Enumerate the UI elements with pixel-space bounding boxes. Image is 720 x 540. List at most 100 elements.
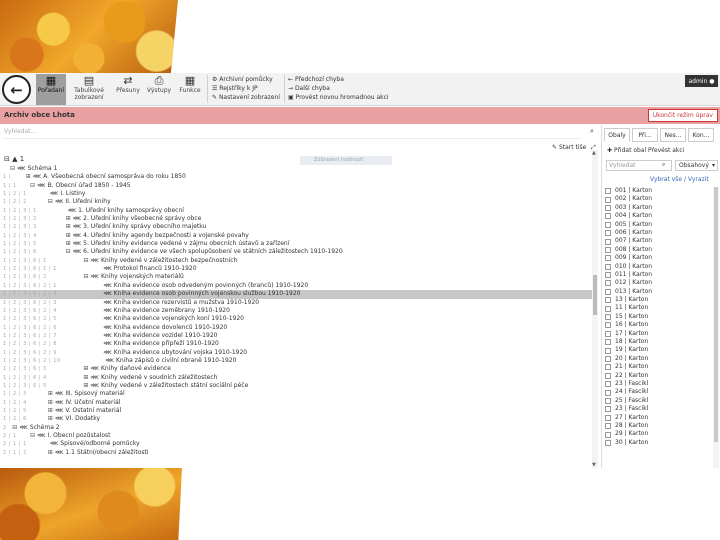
tree-row[interactable]: 1 | 2 | 3 | 6 | 2 | 8 ⋘ Kniha evidence pří… bbox=[0, 340, 592, 348]
list-item[interactable]: 007 | Karton bbox=[605, 237, 713, 245]
list-item[interactable]: 011 | Karton bbox=[605, 271, 713, 279]
tree-row[interactable]: 1 | 2 | 3 | 6 | 1 | 1 ⋘ Protokol financů 1… bbox=[0, 265, 592, 273]
checkbox[interactable] bbox=[605, 314, 611, 321]
toggle-icon[interactable]: ⊟ bbox=[12, 424, 17, 431]
tree-row[interactable]: 1 | 2 | 3 | 2 ⊞ ⋘ 2. Úřední knihy všeobecné… bbox=[0, 215, 592, 223]
checkbox[interactable] bbox=[605, 356, 611, 362]
toolbar-table-button[interactable]: ▤ Tabulkové zobrazení bbox=[70, 74, 108, 105]
toggle-icon[interactable]: ⊟ bbox=[30, 182, 35, 189]
list-item[interactable]: 001 | Karton bbox=[605, 187, 713, 195]
tree-row[interactable]: 1 | 2 | 2 ⊟ ⋘ II. Úřední knihy bbox=[0, 198, 592, 206]
bulk-action-link[interactable]: ▣ Provést novou hromadnou akci bbox=[288, 93, 389, 102]
checkbox[interactable] bbox=[605, 288, 611, 295]
toolbar-tree-button[interactable]: ▦ Pořadaní bbox=[36, 74, 66, 105]
list-item[interactable]: 29 | Karton bbox=[605, 430, 713, 438]
scroll-up-icon[interactable]: ▲ bbox=[592, 150, 596, 156]
display-settings-link[interactable]: ✎ Nastavení zobrazení bbox=[212, 93, 280, 102]
list-item[interactable]: 13 | Karton bbox=[605, 296, 713, 304]
tree-row[interactable]: 1 | 2 | 3 | 5 ⊞ ⋘ 5. Úřední knihy evidence … bbox=[0, 240, 592, 248]
toggle-icon[interactable]: ⊞ bbox=[66, 240, 71, 247]
tree-row[interactable]: 1 | 1 ⊟ ⋘ B. Obecní úřad 1850 - 1945 bbox=[0, 182, 592, 190]
checkbox[interactable] bbox=[605, 238, 611, 245]
search-icon[interactable]: ⌕ bbox=[590, 127, 594, 136]
search-icon[interactable]: ⌕ bbox=[662, 161, 665, 169]
add-packet-link[interactable]: ✚ Přidat obal Převést akci bbox=[607, 147, 684, 154]
checkbox[interactable] bbox=[605, 347, 611, 354]
tree-row[interactable]: 1 | 2 | 3 | 6 | 2 | 3 ⋘ Kniha evidence rez… bbox=[0, 299, 592, 307]
list-item[interactable]: 003 | Karton bbox=[605, 204, 713, 212]
list-item[interactable]: 002 | Karton bbox=[605, 195, 713, 203]
tree-row[interactable]: 2 ⊟ ⋘ Schéma 2 bbox=[0, 424, 592, 432]
list-item[interactable]: 005 | Karton bbox=[605, 221, 713, 229]
tab-assigned[interactable]: Při... bbox=[632, 128, 658, 142]
checkbox[interactable] bbox=[605, 414, 611, 421]
toggle-icon[interactable]: ⊞ bbox=[83, 382, 88, 389]
list-item[interactable]: 19 | Karton bbox=[605, 346, 713, 354]
admin-user-button[interactable]: admin ● bbox=[685, 75, 718, 87]
tree-row[interactable]: 2 | 1 | 1 ⋘ Spisové/odborné pomůcky bbox=[0, 440, 592, 448]
tree-row[interactable]: 1 | 2 | 5 ⊞ ⋘ V. Ostatní materiál bbox=[0, 407, 592, 415]
scroll-down-icon[interactable]: ▼ bbox=[592, 462, 596, 468]
checkbox[interactable] bbox=[605, 372, 611, 379]
tree-row[interactable]: 1 | 2 | 3 | 6 ⊟ ⋘ 6. Úřední knihy evidence … bbox=[0, 248, 592, 256]
tree-row[interactable]: ⊟ ⋘ Schéma 1 bbox=[0, 165, 592, 173]
checkbox[interactable] bbox=[605, 364, 611, 371]
toggle-icon[interactable]: ⊟ bbox=[83, 273, 88, 280]
toggle-icon[interactable]: ⊞ bbox=[48, 407, 53, 414]
list-item[interactable]: 009 | Karton bbox=[605, 254, 713, 262]
checkbox[interactable] bbox=[605, 213, 611, 220]
toggle-icon[interactable]: ⊟ bbox=[83, 257, 88, 264]
list-item[interactable]: 004 | Karton bbox=[605, 212, 713, 220]
toggle-icon[interactable]: ⊞ bbox=[26, 173, 31, 180]
tree-row[interactable]: 1 | 2 | 3 | 6 | 2 | 4 ⋘ Kniha evidence zem… bbox=[0, 307, 592, 315]
tree-row[interactable]: 1 | 2 | 3 | 6 | 2 | 2 ⋘ Kniha evidence oso… bbox=[0, 290, 592, 299]
checkbox[interactable] bbox=[605, 381, 611, 388]
toggle-icon[interactable]: ⊞ bbox=[48, 449, 53, 456]
checkbox[interactable] bbox=[605, 330, 611, 337]
list-item[interactable]: 20 | Karton bbox=[605, 355, 713, 363]
toolbar-functions-button[interactable]: ▦ Funkce bbox=[175, 74, 205, 105]
checkbox[interactable] bbox=[605, 230, 611, 237]
tree-row[interactable]: 1 | 2 | 3 | 3 ⊞ ⋘ 3. Úřední knihy správy ob… bbox=[0, 223, 592, 231]
tab-conflicts[interactable]: Kon... bbox=[688, 128, 714, 142]
next-error-link[interactable]: → Další chyba bbox=[288, 84, 389, 93]
checkbox[interactable] bbox=[605, 423, 611, 430]
checkbox[interactable] bbox=[605, 297, 611, 304]
tree-row[interactable]: 1 | 2 | 3 ⊞ ⋘ III. Spisový materiál bbox=[0, 390, 592, 398]
list-item[interactable]: 25 | Fascikl bbox=[605, 397, 713, 405]
tree-row[interactable]: 1 | 2 | 3 | 6 | 2 | 5 ⋘ Kniha evidence voj… bbox=[0, 315, 592, 323]
tree-row[interactable]: 1 | 2 | 1 ⋘ I. Listiny bbox=[0, 190, 592, 198]
packet-scrollbar-thumb[interactable] bbox=[714, 187, 718, 442]
archive-aids-link[interactable]: ⚙ Archivní pomůcky bbox=[212, 75, 280, 84]
checkbox[interactable] bbox=[605, 389, 611, 396]
toggle-icon[interactable]: ⊞ bbox=[48, 399, 53, 406]
list-item[interactable]: 17 | Karton bbox=[605, 330, 713, 338]
toggle-icon[interactable]: ⊟ bbox=[10, 165, 15, 172]
tree-row[interactable]: 1 | 2 | 3 | 6 | 2 ⊟ ⋘ Knihy vojenských mate… bbox=[0, 273, 592, 281]
list-item[interactable]: 22 | Karton bbox=[605, 372, 713, 380]
list-item[interactable]: 18 | Karton bbox=[605, 338, 713, 346]
tree-row[interactable]: 1 | 2 | 3 | 6 | 1 ⊟ ⋘ Knihy vedené v záleži… bbox=[0, 257, 592, 265]
list-item[interactable]: 012 | Karton bbox=[605, 279, 713, 287]
toggle-icon[interactable]: ⊞ bbox=[66, 215, 71, 222]
tree-scrollbar[interactable]: ▲ ▼ bbox=[592, 150, 598, 468]
toggle-icon[interactable]: ⊟ bbox=[48, 198, 53, 205]
list-item[interactable]: 16 | Karton bbox=[605, 321, 713, 329]
packet-type-select[interactable]: Obsahový ▾ bbox=[675, 160, 718, 171]
toggle-icon[interactable]: ⊞ bbox=[66, 223, 71, 230]
list-item[interactable]: 013 | Karton bbox=[605, 288, 713, 296]
checkbox[interactable] bbox=[605, 280, 611, 287]
checkbox[interactable] bbox=[605, 431, 611, 438]
toolbar-moves-button[interactable]: ⇄ Přesuny bbox=[113, 74, 143, 105]
checkbox[interactable] bbox=[605, 196, 611, 203]
toggle-icon[interactable]: ⊞ bbox=[48, 415, 53, 422]
toggle-icon[interactable]: ⊞ bbox=[83, 374, 88, 381]
list-item[interactable]: 24 | Fascikl bbox=[605, 388, 713, 396]
registers-link[interactable]: ☰ Rejstříky k JP bbox=[212, 84, 280, 93]
checkbox[interactable] bbox=[605, 439, 611, 446]
start-search-button[interactable]: ✎ Start tiše bbox=[552, 144, 586, 151]
toolbar-outputs-button[interactable]: ⎙ Výstupy bbox=[144, 74, 174, 105]
toggle-icon[interactable]: ⊞ bbox=[66, 232, 71, 239]
tree-row[interactable]: 1 | 2 | 3 | 6 | 5 ⊞ ⋘ Knihy vedené v záleži… bbox=[0, 382, 592, 390]
list-item[interactable]: 15 | Karton bbox=[605, 313, 713, 321]
